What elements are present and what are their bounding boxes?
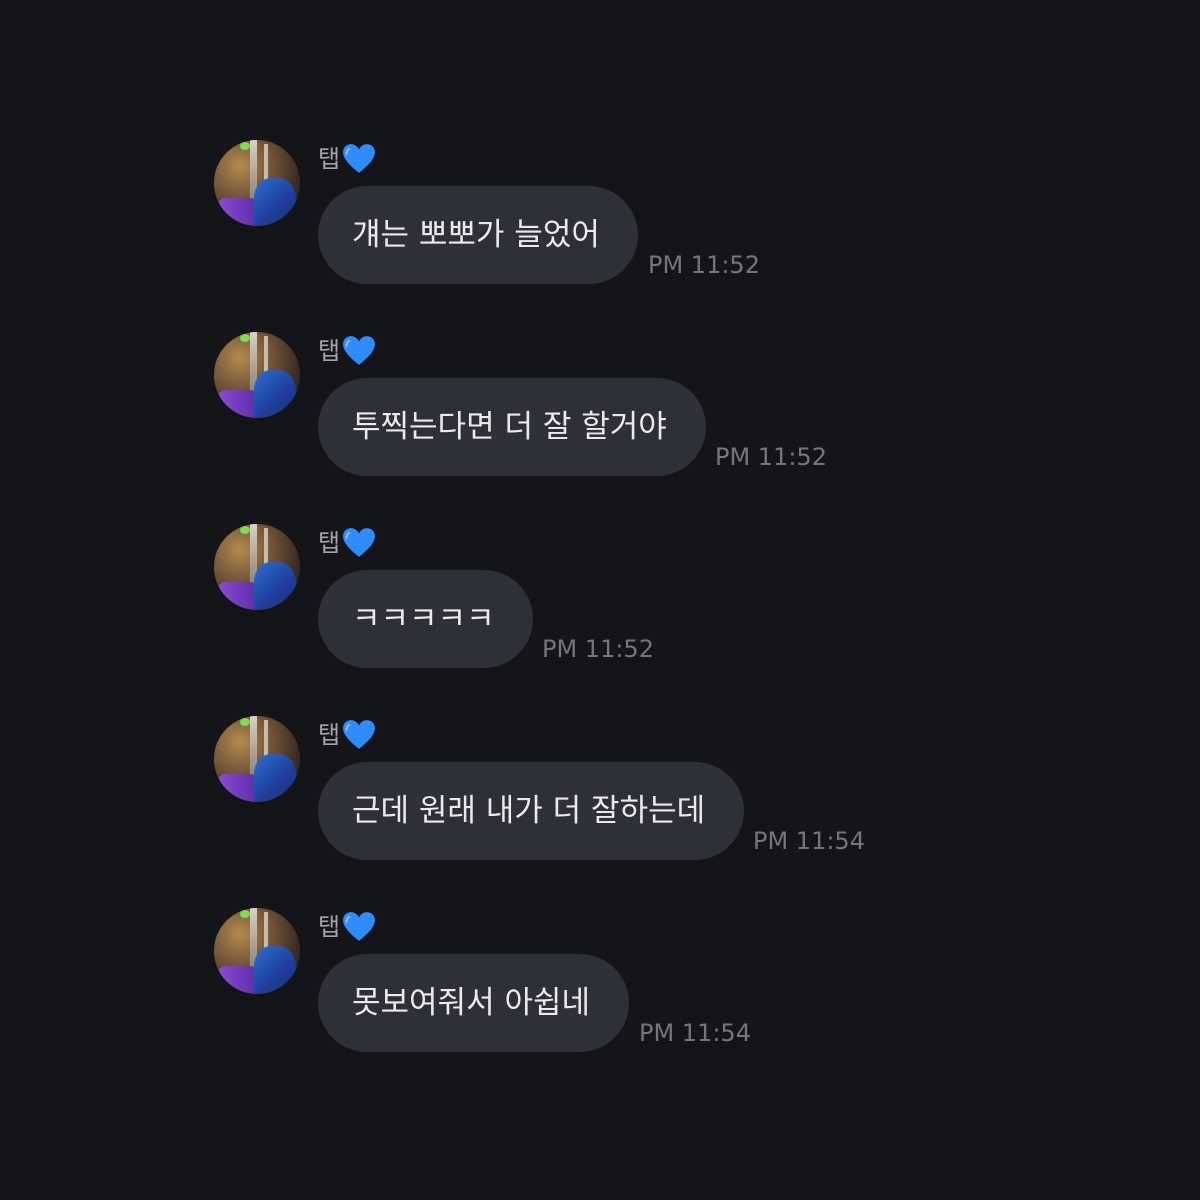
message-text: 근데 원래 내가 더 잘하는데 [352,793,706,829]
message-row: 탭 근데 원래 내가 더 잘하는데 PM 11:54 [214,716,1114,876]
message-timestamp: PM 11:54 [639,1019,751,1047]
sender: 탭 [318,334,376,368]
message-bubble[interactable]: 투찍는다면 더 잘 할거야 [318,378,706,476]
message-timestamp: PM 11:52 [715,443,827,471]
blue-heart-icon [343,144,376,173]
message-timestamp: PM 11:54 [753,827,865,855]
sender: 탭 [318,526,376,560]
avatar[interactable] [214,332,300,418]
avatar[interactable] [214,140,300,226]
blue-heart-icon [343,336,376,365]
message-text: 투찍는다면 더 잘 할거야 [352,409,667,445]
avatar[interactable] [214,716,300,802]
message-text: 걔는 뽀뽀가 늘었어 [352,217,600,253]
chat-thread: 탭 걔는 뽀뽀가 늘었어 PM 11:52 탭 투찍는다면 더 잘 할거야 PM… [0,0,1200,1200]
blue-heart-icon [343,720,376,749]
message-timestamp: PM 11:52 [648,251,760,279]
message-timestamp: PM 11:52 [542,635,654,663]
sender-name: 탭 [318,913,341,941]
message-row: 탭 투찍는다면 더 잘 할거야 PM 11:52 [214,332,1114,492]
message-bubble[interactable]: 걔는 뽀뽀가 늘었어 [318,186,638,284]
message-text: 못보여줘서 아쉽네 [352,985,591,1021]
sender-name: 탭 [318,529,341,557]
message-row: 탭 못보여줘서 아쉽네 PM 11:54 [214,908,1114,1068]
message-text: ㅋㅋㅋㅋㅋ [352,601,495,637]
blue-heart-icon [343,528,376,557]
message-bubble[interactable]: ㅋㅋㅋㅋㅋ [318,570,533,668]
sender-name: 탭 [318,145,341,173]
message-row: 탭 ㅋㅋㅋㅋㅋ PM 11:52 [214,524,1114,684]
blue-heart-icon [343,912,376,941]
avatar[interactable] [214,524,300,610]
sender-name: 탭 [318,721,341,749]
avatar[interactable] [214,908,300,994]
message-bubble[interactable]: 못보여줘서 아쉽네 [318,954,629,1052]
message-row: 탭 걔는 뽀뽀가 늘었어 PM 11:52 [214,140,1114,300]
sender-name: 탭 [318,337,341,365]
sender: 탭 [318,910,376,944]
sender: 탭 [318,142,376,176]
message-bubble[interactable]: 근데 원래 내가 더 잘하는데 [318,762,744,860]
sender: 탭 [318,718,376,752]
